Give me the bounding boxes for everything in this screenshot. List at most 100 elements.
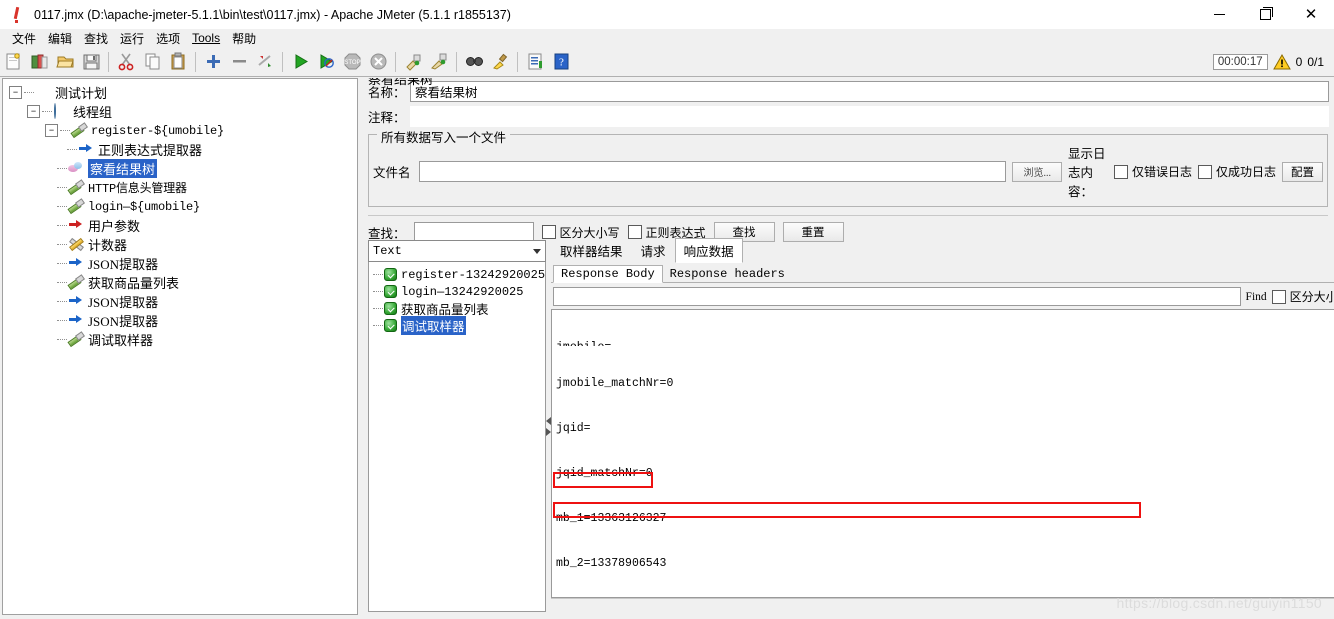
menu-options[interactable]: 选项 (150, 29, 186, 48)
save-icon[interactable] (78, 49, 104, 75)
list-item[interactable]: register-13242920025 (373, 266, 545, 283)
maximize-button[interactable] (1242, 0, 1288, 29)
minimize-button[interactable] (1196, 0, 1242, 29)
json-extractor-icon (68, 256, 85, 272)
clear-all-icon[interactable] (426, 49, 452, 75)
templates-icon[interactable] (26, 49, 52, 75)
cut-icon[interactable] (113, 49, 139, 75)
search-input[interactable] (413, 222, 534, 242)
toggle-icon[interactable] (252, 49, 278, 75)
write-all-data-group: 所有数据写入一个文件 文件名 浏览... 显示日志内容： 仅错误日志 仅成功日志… (368, 127, 1328, 207)
tree-node-label: 正则表达式提取器 (98, 143, 203, 158)
filename-input[interactable] (419, 161, 1007, 182)
menu-tools[interactable]: Tools (186, 30, 226, 46)
tab-request[interactable]: 请求 (632, 238, 675, 262)
toolbar-separator (395, 51, 396, 72)
body-line: mb_2=13378906543 (556, 557, 667, 570)
errors-only-checkbox-wrap[interactable]: 仅错误日志 (1113, 163, 1192, 180)
sampler-results-tree[interactable]: register-13242920025 login—13242920025 获… (368, 262, 547, 612)
counter-icon (68, 237, 85, 253)
open-icon[interactable] (52, 49, 78, 75)
list-item[interactable]: 调试取样器 (373, 316, 545, 335)
success-only-checkbox-wrap[interactable]: 仅成功日志 (1197, 163, 1276, 180)
thread-group-icon (53, 102, 70, 120)
debug-sampler-icon (68, 332, 85, 348)
renderer-dropdown[interactable]: Text (368, 240, 547, 262)
new-icon[interactable] (0, 49, 26, 75)
list-item[interactable]: login—13242920025 (373, 283, 545, 300)
elapsed-timer: 00:00:17 (1212, 53, 1268, 70)
start-icon[interactable] (287, 49, 313, 75)
tree-node-login-sampler[interactable]: login—${umobile} (9, 197, 357, 216)
expand-all-icon[interactable] (200, 49, 226, 75)
comment-label: 注释： (368, 110, 406, 125)
title-bar: 0117.jmx (D:\apache-jmeter-5.1.1\bin\tes… (0, 0, 1334, 29)
shutdown-icon[interactable] (365, 49, 391, 75)
response-body-box[interactable]: jmobile= jmobile_matchNr=0 jqid= jqid_ma… (551, 309, 1334, 598)
list-item[interactable]: 获取商品量列表 (373, 300, 545, 317)
tab-sampler-result[interactable]: 取样器结果 (551, 238, 632, 262)
menu-run[interactable]: 运行 (114, 29, 150, 48)
search-regex-checkbox[interactable] (627, 225, 642, 239)
tree-node-test-plan[interactable]: − 测试计划 (9, 83, 357, 102)
json-extractor-icon (68, 294, 85, 310)
tree-node-product-list-sampler[interactable]: 获取商品量列表 (9, 273, 357, 292)
errors-only-checkbox[interactable] (1113, 164, 1128, 179)
menu-help[interactable]: 帮助 (226, 29, 262, 48)
menu-search[interactable]: 查找 (78, 29, 114, 48)
jmeter-feather-icon (8, 5, 30, 25)
expander-icon[interactable]: − (27, 105, 40, 118)
function-helper-icon[interactable] (522, 49, 548, 75)
stop-icon[interactable]: STOP (339, 49, 365, 75)
search-reset-icon[interactable] (487, 49, 513, 75)
response-subtabs: Response Body Response headers (551, 262, 1334, 283)
subtab-response-body[interactable]: Response Body (553, 265, 663, 283)
start-no-pauses-icon[interactable] (313, 49, 339, 75)
search-case-sensitive-checkbox[interactable] (541, 225, 556, 239)
paste-icon[interactable] (165, 49, 191, 75)
expander-icon[interactable]: − (9, 86, 22, 99)
tree-node-json-extractor-1[interactable]: JSON提取器 (9, 254, 357, 273)
search-icon[interactable] (461, 49, 487, 75)
tree-node-counter[interactable]: 计数器 (9, 235, 357, 254)
response-pane: 取样器结果 请求 响应数据 Response Body Response hea… (551, 238, 1334, 612)
subtab-response-headers[interactable]: Response headers (663, 266, 792, 282)
response-case-sensitive-wrap[interactable]: 区分大小写 (1271, 288, 1334, 305)
help-icon[interactable]: ? (548, 49, 574, 75)
tree-node-json-extractor-3[interactable]: JSON提取器 (9, 311, 357, 330)
response-body-text[interactable]: jmobile= jmobile_matchNr=0 jqid= jqid_ma… (552, 310, 1334, 597)
comment-input[interactable] (410, 105, 1329, 127)
result-tabs: 取样器结果 请求 响应数据 (551, 238, 1334, 263)
search-reset-button[interactable]: 重置 (782, 222, 844, 242)
menu-edit[interactable]: 编辑 (42, 29, 78, 48)
configure-button[interactable]: 配置 (1282, 161, 1323, 182)
collapse-all-icon[interactable] (226, 49, 252, 75)
tree-node-view-results-tree[interactable]: 察看结果树 (9, 159, 357, 178)
tree-node-json-extractor-2[interactable]: JSON提取器 (9, 292, 357, 311)
response-case-sensitive-label: 区分大小写 (1289, 290, 1334, 304)
tab-response-data[interactable]: 响应数据 (674, 238, 743, 263)
clear-icon[interactable] (400, 49, 426, 75)
tree-node-http-header-manager[interactable]: HTTP信息头管理器 (9, 178, 357, 197)
tree-node-regex-extractor[interactable]: 正则表达式提取器 (9, 140, 357, 159)
tree-node-thread-group[interactable]: − 线程组 (9, 102, 357, 121)
test-plan-tree-pane[interactable]: − 测试计划 − 线程组 − register-${umobile} 正则表达式… (2, 78, 358, 615)
tree-node-label: HTTP信息头管理器 (88, 182, 187, 196)
success-only-checkbox[interactable] (1197, 164, 1212, 179)
close-button[interactable]: ✕ (1288, 0, 1334, 29)
response-find-input[interactable] (553, 287, 1241, 306)
response-case-sensitive-checkbox[interactable] (1271, 289, 1286, 304)
search-label: 查找： (368, 226, 406, 241)
toolbar-separator (195, 51, 196, 72)
tree-horizontal-scrollbar[interactable] (2, 615, 358, 619)
tree-node-debug-sampler[interactable]: 调试取样器 (9, 330, 357, 349)
sampler-list-pane: Text register-13242920025 login—13242920… (368, 240, 547, 612)
tree-node-user-parameters[interactable]: 用户参数 (9, 216, 357, 235)
menu-file[interactable]: 文件 (6, 29, 42, 48)
copy-icon[interactable] (139, 49, 165, 75)
expander-icon[interactable]: − (45, 124, 58, 137)
warning-triangle-icon[interactable] (1272, 53, 1291, 70)
browse-button[interactable]: 浏览... (1012, 161, 1062, 182)
results-area: Text register-13242920025 login—13242920… (368, 238, 1334, 612)
tree-node-register-sampler[interactable]: − register-${umobile} (9, 121, 357, 140)
